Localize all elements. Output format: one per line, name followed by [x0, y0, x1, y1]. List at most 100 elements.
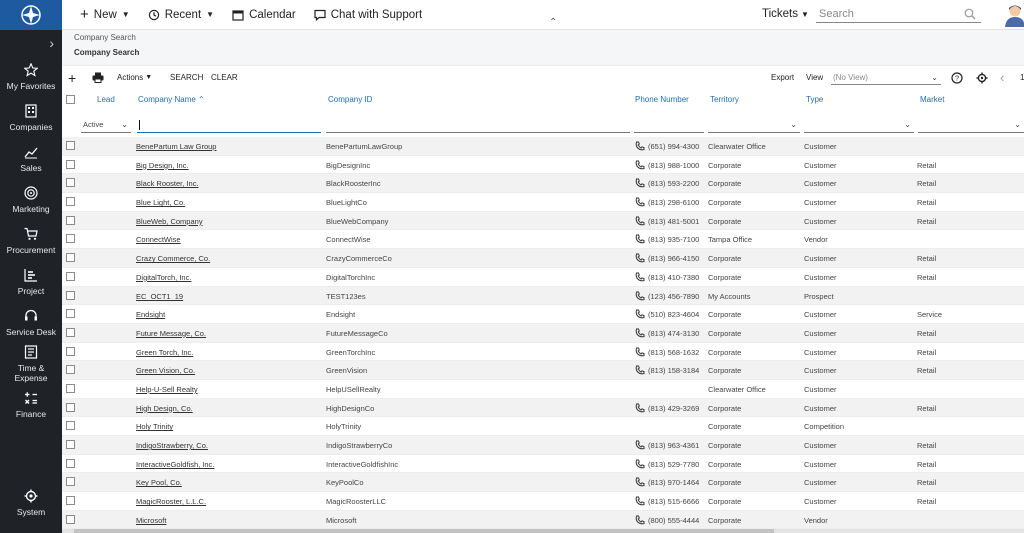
scrollbar-thumb[interactable] [74, 529, 774, 533]
table-row[interactable]: Big Design, Inc. BigDesignInc (813) 988-10… [62, 156, 1024, 175]
phone-icon[interactable] [635, 197, 645, 207]
collapse-header-icon[interactable]: ⌃ [549, 17, 557, 28]
column-header-company-name[interactable]: Company Name ⌃ [138, 95, 205, 104]
table-row[interactable]: BlueWeb, Company BlueWebCompany (813) 481-… [62, 211, 1024, 231]
row-checkbox[interactable] [66, 234, 75, 244]
company-name-link[interactable]: Key Pool, Co. [136, 478, 182, 487]
phone-icon[interactable] [635, 403, 645, 413]
global-search-input[interactable]: Search [816, 6, 981, 23]
table-row[interactable]: Endsight Endsight (510) 823-4604 Corporate C… [62, 305, 1024, 324]
column-header-phone[interactable]: Phone Number [635, 95, 689, 104]
new-button[interactable]: + New ▼ [80, 0, 130, 30]
phone-icon[interactable] [635, 309, 645, 319]
company-name-link[interactable]: Green Torch, Inc. [136, 348, 193, 357]
sidebar-item-marketing[interactable]: Marketing [0, 179, 62, 220]
chat-support-button[interactable]: Chat with Support [314, 0, 422, 30]
row-checkbox[interactable] [66, 514, 75, 524]
market-filter-select[interactable]: ⌄ [918, 118, 1024, 133]
actions-dropdown[interactable]: Actions ▼ [117, 73, 152, 82]
row-checkbox[interactable] [66, 383, 75, 393]
table-row[interactable]: DigitalTorch, Inc. DigitalTorchInc (813) 4… [62, 268, 1024, 287]
status-filter-select[interactable]: Active ⌄ [81, 118, 131, 133]
row-checkbox[interactable] [66, 290, 75, 300]
company-name-link[interactable]: IndigoStrawberry, Co. [136, 441, 208, 450]
sidebar-item-companies[interactable]: Companies [0, 97, 62, 138]
horizontal-scrollbar[interactable] [62, 529, 1024, 533]
print-button[interactable] [92, 72, 104, 83]
phone-icon[interactable] [635, 234, 645, 244]
company-name-filter-input[interactable] [137, 118, 321, 133]
type-filter-select[interactable]: ⌄ [804, 118, 914, 133]
row-checkbox[interactable] [66, 159, 75, 169]
search-button[interactable]: SEARCH [170, 73, 203, 82]
select-all-checkbox[interactable] [66, 95, 75, 104]
row-checkbox[interactable] [66, 402, 75, 412]
company-name-link[interactable]: High Design, Co. [136, 404, 193, 413]
company-name-link[interactable]: MagicRooster, L.L.C. [136, 497, 206, 506]
table-row[interactable]: ConnectWise ConnectWise (813) 935-7100 Tamp… [62, 230, 1024, 250]
company-name-link[interactable]: Green Vision, Co. [136, 366, 195, 375]
sidebar-item-time-expense[interactable]: Time & Expense [0, 343, 62, 384]
phone-icon[interactable] [635, 365, 645, 375]
table-row[interactable]: Microsoft Microsoft (800) 555-4444 Corporat… [62, 510, 1024, 530]
table-row[interactable]: MagicRooster, L.L.C. MagicRoosterLLC (813)… [62, 492, 1024, 511]
phone-icon[interactable] [635, 291, 645, 301]
phone-icon[interactable] [635, 328, 645, 338]
calendar-button[interactable]: Calendar [232, 0, 296, 30]
sidebar-item-my-favorites[interactable]: My Favorites [0, 56, 62, 97]
table-row[interactable]: BenePartum Law Group BenePartumLawGroup (6… [62, 137, 1024, 156]
sidebar-item-sales[interactable]: Sales [0, 138, 62, 179]
table-row[interactable]: Key Pool, Co. KeyPoolCo (813) 970-1464 Corp… [62, 473, 1024, 493]
company-name-link[interactable]: DigitalTorch, Inc. [136, 273, 191, 282]
table-row[interactable]: Future Message, Co. FutureMessageCo (813) … [62, 323, 1024, 343]
view-select[interactable]: (No View) ⌄ [831, 71, 941, 85]
row-checkbox[interactable] [66, 253, 75, 263]
row-checkbox[interactable] [66, 309, 75, 319]
company-name-link[interactable]: BenePartum Law Group [136, 142, 216, 151]
table-row[interactable]: Help-U-Sell Realty HelpUSellRealty Clearwa… [62, 380, 1024, 399]
table-row[interactable]: EC_OCT1_19 TEST123es (123) 456-7890 My Acco… [62, 286, 1024, 306]
sidebar-expand-icon[interactable]: › [0, 30, 62, 56]
company-name-link[interactable]: Crazy Commerce, Co. [136, 254, 210, 263]
table-row[interactable]: Green Torch, Inc. GreenTorchInc (813) 568-… [62, 343, 1024, 362]
app-logo[interactable] [0, 0, 62, 30]
column-header-market[interactable]: Market [920, 95, 944, 104]
phone-icon[interactable] [635, 496, 645, 506]
company-name-link[interactable]: Future Message, Co. [136, 329, 206, 338]
phone-icon[interactable] [635, 440, 645, 450]
sidebar-item-system[interactable]: System [0, 482, 62, 523]
table-row[interactable]: Crazy Commerce, Co. CrazyCommerceCo (813) … [62, 249, 1024, 268]
column-header-lead[interactable]: Lead [97, 95, 115, 104]
company-name-link[interactable]: InteractiveGoldfish, Inc. [136, 460, 214, 469]
sidebar-item-service-desk[interactable]: Service Desk [0, 302, 62, 343]
row-checkbox[interactable] [66, 327, 75, 337]
phone-icon[interactable] [635, 272, 645, 282]
row-checkbox[interactable] [66, 178, 75, 188]
user-avatar[interactable] [1004, 3, 1024, 27]
company-name-link[interactable]: Microsoft [136, 516, 166, 525]
table-row[interactable]: Green Vision, Co. GreenVision (813) 158-31… [62, 361, 1024, 380]
company-name-link[interactable]: Help-U-Sell Realty [136, 385, 198, 394]
search-icon[interactable] [964, 8, 976, 20]
sidebar-item-project[interactable]: Project [0, 261, 62, 302]
territory-filter-select[interactable]: ⌄ [708, 118, 800, 133]
row-checkbox[interactable] [66, 271, 75, 281]
company-name-link[interactable]: BlueWeb, Company [136, 217, 203, 226]
company-id-filter-input[interactable] [326, 118, 630, 133]
add-company-button[interactable]: + [68, 70, 76, 86]
sidebar-item-procurement[interactable]: Procurement [0, 220, 62, 261]
row-checkbox[interactable] [66, 421, 75, 431]
column-header-type[interactable]: Type [806, 95, 823, 104]
column-header-territory[interactable]: Territory [710, 95, 739, 104]
phone-icon[interactable] [635, 216, 645, 226]
phone-filter-input[interactable] [634, 118, 704, 133]
table-row[interactable]: IndigoStrawberry, Co. IndigoStrawberryCo (… [62, 436, 1024, 455]
page-number[interactable]: 1 [1020, 73, 1024, 82]
phone-icon[interactable] [635, 141, 645, 151]
table-row[interactable]: Blue Light, Co. BlueLightCo (813) 298-6100… [62, 193, 1024, 212]
phone-icon[interactable] [635, 178, 645, 188]
company-name-link[interactable]: EC_OCT1_19 [136, 292, 183, 301]
column-header-company-id[interactable]: Company ID [328, 95, 372, 104]
row-checkbox[interactable] [66, 141, 75, 150]
company-name-link[interactable]: Holy Trinity [136, 422, 173, 431]
